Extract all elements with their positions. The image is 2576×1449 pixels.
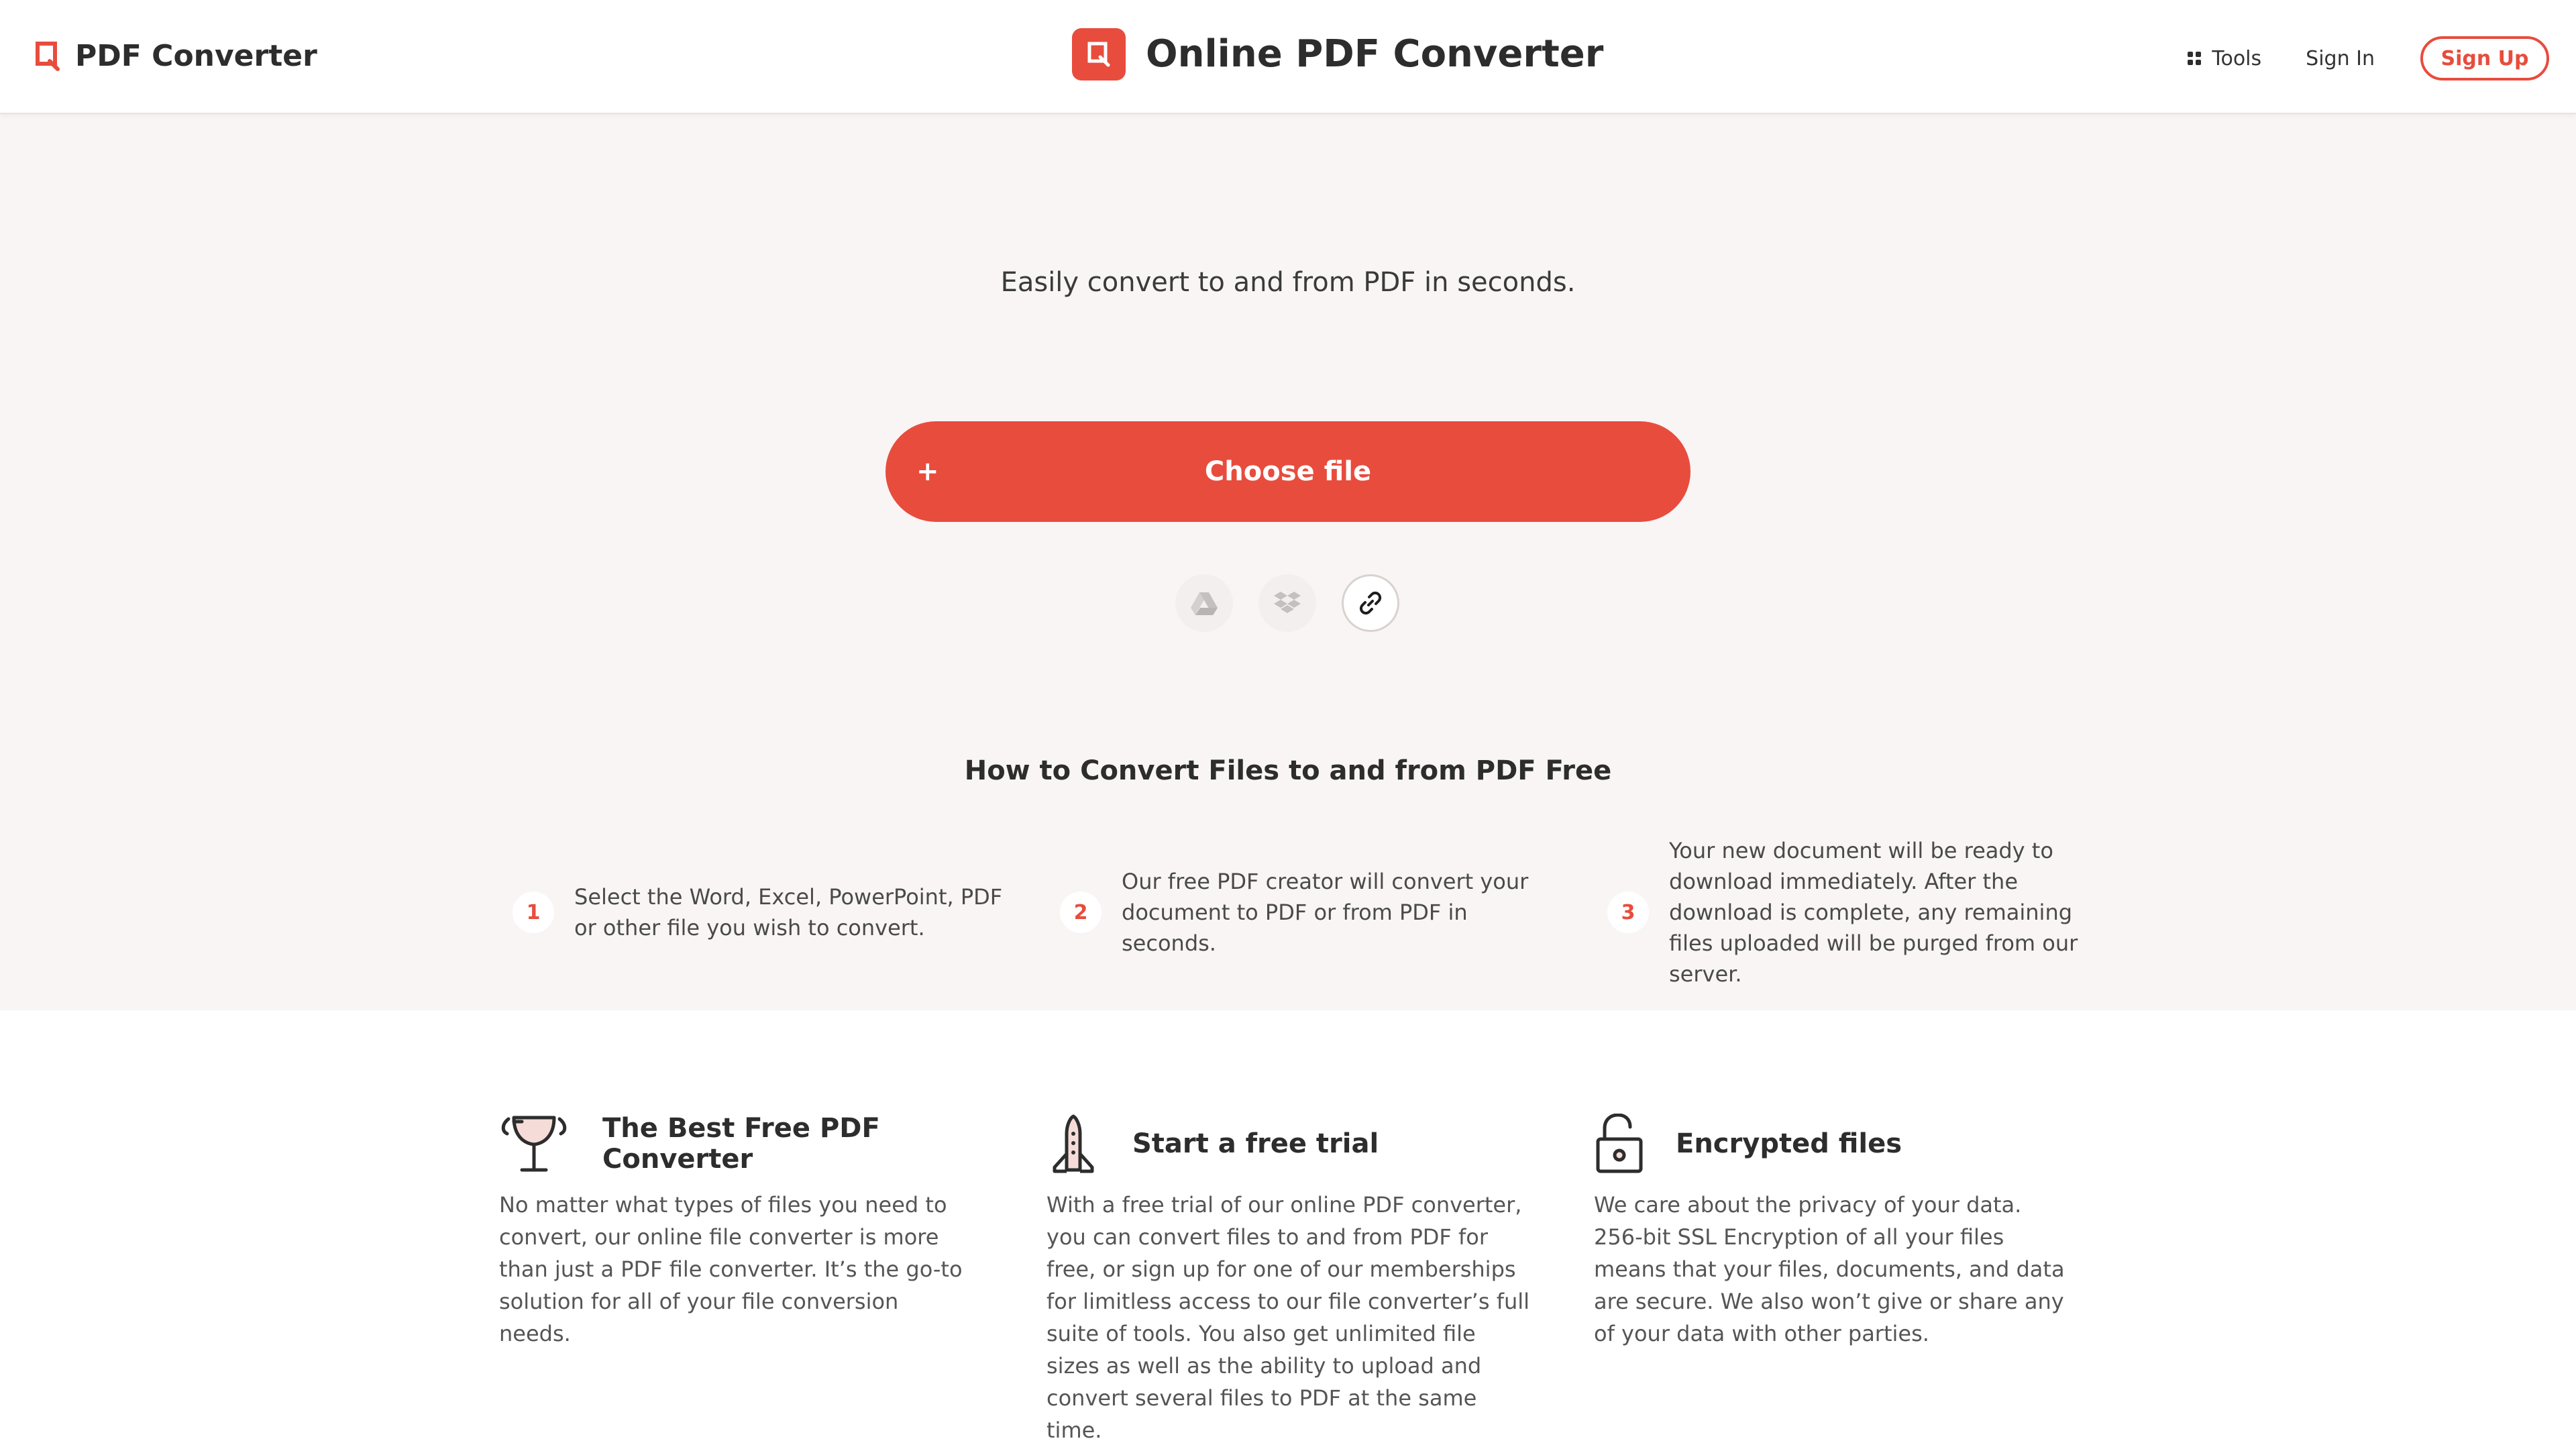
feature-header: Encrypted files bbox=[1594, 1114, 2077, 1174]
feature-header: The Best Free PDF Converter bbox=[499, 1113, 982, 1175]
choose-file-button[interactable]: + Choose file bbox=[885, 421, 1690, 522]
feature-card: The Best Free PDF Converter No matter wh… bbox=[499, 1113, 982, 1350]
url-link-button[interactable] bbox=[1342, 574, 1399, 632]
feature-body: With a free trial of our online PDF conv… bbox=[1046, 1192, 1530, 1443]
dropbox-button[interactable] bbox=[1258, 574, 1316, 632]
header-nav: Tools Sign In Sign Up bbox=[2186, 36, 2549, 80]
sign-in-link[interactable]: Sign In bbox=[2306, 47, 2375, 70]
choose-file-label: Choose file bbox=[1204, 456, 1372, 487]
trophy-icon bbox=[501, 1116, 567, 1172]
hero-section: Easily convert to and from PDF in second… bbox=[0, 114, 2576, 1010]
feature-card: Encrypted files We care about the privac… bbox=[1594, 1114, 2077, 1350]
lock-icon bbox=[1596, 1114, 1643, 1173]
hero-tagline: Easily convert to and from PDF in second… bbox=[1000, 267, 1576, 298]
feature-body: No matter what types of files you need t… bbox=[499, 1192, 963, 1346]
feature-header: Start a free trial bbox=[1046, 1114, 1529, 1174]
how-to-title: How to Convert Files to and from PDF Fre… bbox=[964, 755, 1612, 786]
google-drive-button[interactable] bbox=[1175, 574, 1233, 632]
brand-name: PDF Converter bbox=[75, 39, 317, 73]
rocket-icon bbox=[1053, 1114, 1094, 1173]
upload-sources bbox=[1175, 574, 1399, 632]
site-title-text: Online PDF Converter bbox=[1146, 32, 1604, 76]
feature-title: Encrypted files bbox=[1676, 1128, 1902, 1159]
step-number: 3 bbox=[1607, 892, 1649, 933]
grid-icon bbox=[2188, 52, 2202, 65]
tools-label: Tools bbox=[2212, 46, 2262, 70]
dropbox-icon bbox=[1274, 592, 1301, 613]
google-drive-icon bbox=[1191, 592, 1218, 615]
brand-logo-link[interactable]: PDF Converter bbox=[35, 38, 317, 75]
step-text: Your new document will be ready to downl… bbox=[1669, 838, 2078, 987]
how-to-step: 2 Our free PDF creator will convert your… bbox=[1060, 840, 1570, 985]
step-text: Our free PDF creator will convert your d… bbox=[1122, 869, 1529, 956]
feature-card: Start a free trial With a free trial of … bbox=[1046, 1114, 1529, 1446]
feature-title: Start a free trial bbox=[1132, 1128, 1379, 1159]
tools-menu[interactable]: Tools bbox=[2186, 47, 2261, 70]
app-logo-icon bbox=[1072, 28, 1126, 80]
sign-up-button[interactable]: Sign Up bbox=[2420, 36, 2549, 80]
link-icon bbox=[1359, 591, 1382, 615]
site-title[interactable]: Online PDF Converter bbox=[1072, 28, 1603, 80]
step-text: Select the Word, Excel, PowerPoint, PDF … bbox=[574, 884, 1003, 941]
pdf-logo-icon bbox=[36, 42, 60, 71]
feature-title: The Best Free PDF Converter bbox=[602, 1113, 880, 1175]
step-number: 2 bbox=[1060, 892, 1102, 933]
step-number: 1 bbox=[513, 892, 554, 933]
top-navbar: PDF Converter Online PDF Converter Tools… bbox=[0, 0, 2576, 114]
feature-body: We care about the privacy of your data. … bbox=[1594, 1192, 2065, 1346]
how-to-step: 3 Your new document will be ready to dow… bbox=[1607, 838, 2117, 987]
how-to-step: 1 Select the Word, Excel, PowerPoint, PD… bbox=[513, 840, 1022, 985]
